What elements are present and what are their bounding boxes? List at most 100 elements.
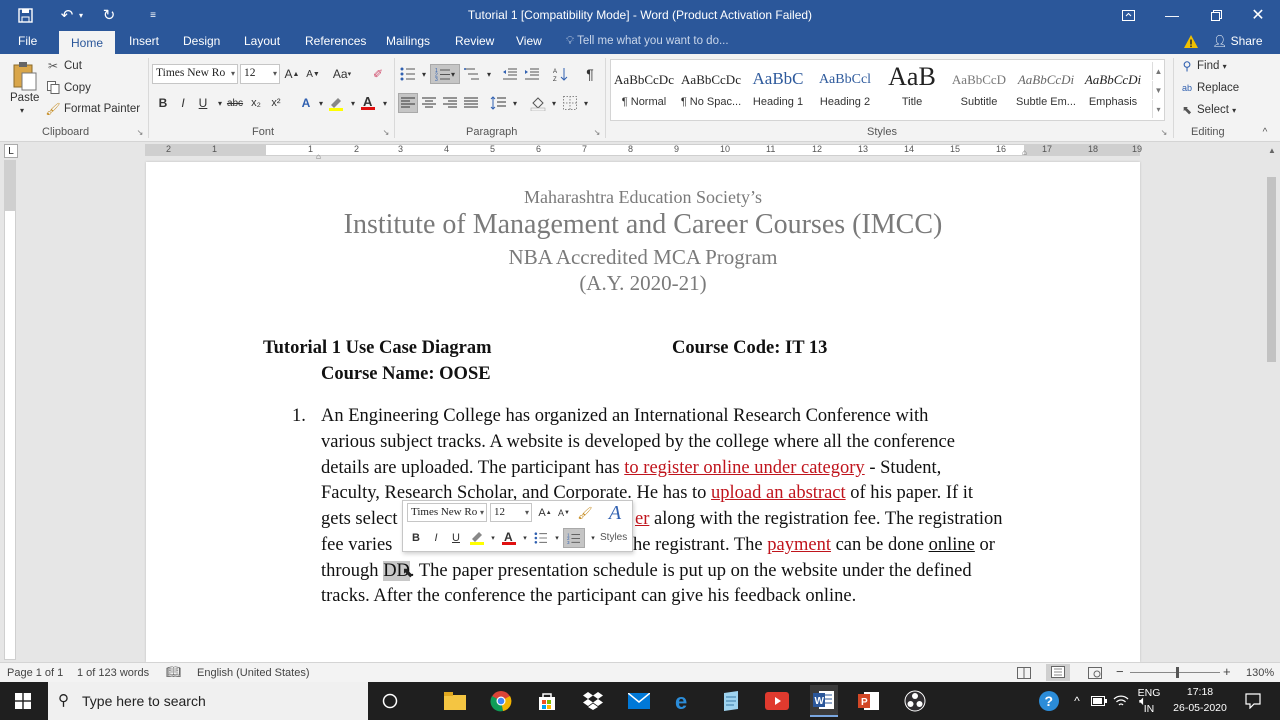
- word-icon[interactable]: W: [810, 685, 838, 717]
- numbering-icon[interactable]: 1 2 3 ▾: [430, 64, 460, 84]
- align-right-icon[interactable]: [442, 95, 458, 111]
- text-effects-icon[interactable]: A: [298, 95, 314, 111]
- clear-formatting-icon[interactable]: ✐: [370, 66, 386, 82]
- styles-more-icon[interactable]: ▾: [1152, 100, 1164, 118]
- bold-button[interactable]: B: [155, 95, 171, 111]
- clock[interactable]: 17:18 26-05-2020: [1170, 686, 1230, 714]
- styles-scroll-down-icon[interactable]: ▼: [1152, 81, 1164, 99]
- tab-references[interactable]: References: [303, 34, 368, 54]
- font-color-icon[interactable]: A: [360, 94, 376, 110]
- mini-styles-label[interactable]: Styles: [600, 532, 627, 543]
- zoom-in-icon[interactable]: +: [1223, 664, 1231, 679]
- restore-icon[interactable]: [1194, 0, 1238, 30]
- task-view-icon[interactable]: [377, 688, 403, 714]
- style-title[interactable]: AaB Title: [879, 60, 945, 120]
- edge-icon[interactable]: e: [672, 688, 698, 714]
- mini-italic-button[interactable]: I: [428, 530, 444, 546]
- mini-format-painter-icon[interactable]: 🖌︎: [577, 505, 593, 521]
- paste-dropdown-icon[interactable]: ▾: [20, 106, 24, 115]
- web-layout-icon[interactable]: [1088, 667, 1102, 682]
- align-left-icon[interactable]: [398, 93, 418, 113]
- mini-font-name[interactable]: Times New Ro ▾: [407, 503, 487, 522]
- indent-marker-icon[interactable]: ⌂: [316, 152, 321, 161]
- tab-view[interactable]: View: [514, 34, 544, 54]
- text-effects-dropdown-icon[interactable]: ▾: [313, 95, 329, 111]
- cut-button[interactable]: Cut: [64, 60, 82, 72]
- vertical-scrollbar[interactable]: ▲: [1264, 142, 1280, 662]
- change-case-icon[interactable]: Aa ▾: [330, 66, 354, 82]
- select-button[interactable]: Select ▾: [1197, 104, 1236, 116]
- mini-highlight-icon[interactable]: [469, 529, 485, 545]
- notifications-icon[interactable]: [1240, 688, 1266, 714]
- paste-button[interactable]: Paste: [10, 92, 39, 104]
- justify-icon[interactable]: [463, 95, 479, 111]
- highlight-icon[interactable]: [328, 95, 344, 111]
- mini-font-color-dropdown-icon[interactable]: ▾: [517, 530, 533, 546]
- minimize-icon[interactable]: —: [1150, 0, 1194, 30]
- language-switch[interactable]: ENG IN: [1137, 687, 1161, 715]
- style-subtitle[interactable]: AaBbCcD Subtitle: [946, 60, 1012, 120]
- multilevel-dropdown-icon[interactable]: ▾: [481, 66, 497, 82]
- grow-font-icon[interactable]: A ▲: [284, 66, 300, 82]
- zoom-slider-thumb[interactable]: [1176, 667, 1179, 678]
- ribbon-display-icon[interactable]: [1106, 0, 1150, 30]
- font-name-box[interactable]: Times New Ro ▾: [152, 64, 238, 84]
- tab-file[interactable]: File: [16, 34, 39, 54]
- copy-button[interactable]: Copy: [64, 82, 91, 94]
- decrease-indent-icon[interactable]: [502, 66, 518, 82]
- zoom-slider-track[interactable]: [1130, 672, 1220, 673]
- mini-grow-font-icon[interactable]: A ▲: [537, 505, 553, 521]
- shading-dropdown-icon[interactable]: ▾: [546, 95, 562, 111]
- find-button[interactable]: Find ▾: [1197, 60, 1227, 72]
- bullets-icon[interactable]: [400, 66, 416, 82]
- zoom-level[interactable]: 130%: [1246, 667, 1274, 679]
- style-heading-2[interactable]: AaBbCcl Heading 2: [812, 60, 878, 120]
- tab-home[interactable]: Home: [59, 31, 116, 54]
- zoom-out-icon[interactable]: −: [1116, 664, 1124, 679]
- strikethrough-button[interactable]: abc: [225, 95, 245, 111]
- align-center-icon[interactable]: [421, 95, 437, 111]
- collapse-ribbon-icon[interactable]: ^: [1258, 126, 1272, 138]
- horizontal-ruler[interactable]: 2 1 1 2 3 4 5 6 7 8 9 10 11 12 13 14 15 …: [145, 144, 1142, 161]
- subscript-button[interactable]: x₂: [248, 95, 264, 111]
- word-count[interactable]: 1 of 123 words: [77, 667, 149, 679]
- mini-styles-icon[interactable]: A: [603, 502, 627, 524]
- proofing-icon[interactable]: 📖︎: [166, 665, 181, 679]
- mini-numbering-dropdown-icon[interactable]: ▾: [585, 530, 601, 546]
- dropbox-icon[interactable]: [580, 688, 606, 714]
- format-painter-button[interactable]: Format Painter: [64, 103, 140, 115]
- vertical-ruler[interactable]: [4, 160, 16, 660]
- file-explorer-icon[interactable]: [442, 688, 468, 714]
- print-layout-icon[interactable]: [1046, 664, 1070, 681]
- styles-launcher-icon[interactable]: ↘: [1160, 128, 1168, 137]
- mini-bold-button[interactable]: B: [408, 530, 424, 546]
- font-color-dropdown-icon[interactable]: ▾: [377, 95, 393, 111]
- sort-icon[interactable]: AZ: [553, 66, 569, 82]
- windows-start-icon[interactable]: [10, 688, 36, 714]
- show-formatting-icon[interactable]: ¶: [582, 66, 598, 82]
- borders-icon[interactable]: [562, 95, 578, 111]
- mail-icon[interactable]: [626, 688, 652, 714]
- scrollbar-thumb[interactable]: [1267, 177, 1276, 362]
- taskbar-search-box[interactable]: ⚲ Type here to search: [48, 682, 368, 720]
- warning-icon[interactable]: [1183, 34, 1199, 50]
- style-heading-1[interactable]: AaBbC Heading 1: [745, 60, 811, 120]
- style-subtle-emphasis[interactable]: AaBbCcDi Subtle Em...: [1013, 60, 1079, 120]
- store-icon[interactable]: [534, 688, 560, 714]
- tab-insert[interactable]: Insert: [127, 34, 161, 54]
- chrome-icon[interactable]: [488, 688, 514, 714]
- increase-indent-icon[interactable]: [524, 66, 540, 82]
- underline-button[interactable]: U: [195, 95, 211, 111]
- close-icon[interactable]: ✕: [1236, 0, 1280, 30]
- italic-button[interactable]: I: [175, 95, 191, 111]
- right-indent-marker-icon[interactable]: ⌂: [1022, 148, 1027, 157]
- read-mode-icon[interactable]: [1017, 667, 1031, 682]
- borders-dropdown-icon[interactable]: ▾: [578, 95, 594, 111]
- mini-numbering-icon[interactable]: 123: [563, 528, 585, 548]
- obs-icon[interactable]: [902, 688, 928, 714]
- media-player-icon[interactable]: [764, 688, 790, 714]
- mini-highlight-dropdown-icon[interactable]: ▾: [485, 530, 501, 546]
- style-normal[interactable]: AaBbCcDc ¶ Normal: [611, 60, 677, 120]
- tab-design[interactable]: Design: [181, 34, 222, 54]
- mini-font-color-icon[interactable]: A: [501, 529, 517, 545]
